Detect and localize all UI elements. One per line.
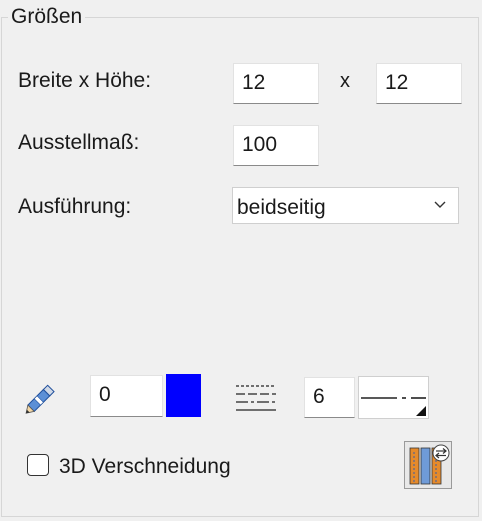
scale-label: Ausstellmaß: [18,131,140,154]
wall-settings-button[interactable] [404,441,452,489]
pen-width-input[interactable]: 0 [90,375,163,417]
height-input[interactable]: 12 [376,63,462,104]
width-input[interactable]: 12 [233,63,319,104]
group-title: Größen [8,5,86,29]
cut3d-label: 3D Verschneidung [59,455,231,478]
line-style-icon [236,385,276,411]
execution-label: Ausführung: [18,195,132,218]
execution-select[interactable]: beidseitig [232,187,459,224]
pen-color-swatch[interactable] [166,374,201,417]
line-type-input[interactable]: 6 [304,377,355,418]
cut3d-checkbox[interactable] [27,454,49,476]
wall-settings-icon [409,444,450,485]
size-label: Breite x Höhe: [18,69,152,92]
line-preview-icon [361,397,426,416]
line-type-picker[interactable] [358,376,429,419]
execution-selected: beidseitig [237,196,326,219]
chevron-down-icon [434,201,446,208]
pencil-icon [25,384,55,414]
scale-input[interactable]: 100 [233,125,319,166]
size-separator: x [340,70,350,92]
